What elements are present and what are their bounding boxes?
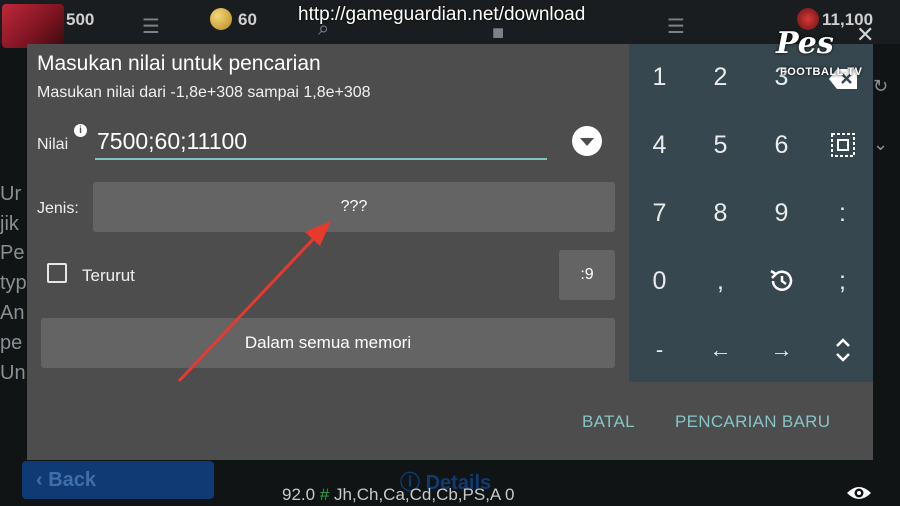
value-label: Nilai [37, 136, 69, 153]
history-dropdown-button[interactable] [572, 126, 602, 156]
url-overlay: http://gameguardian.net/download [298, 4, 586, 25]
watermark-logo: Pes FOOTBALL.TV [776, 26, 862, 78]
key-8[interactable]: 8 [690, 180, 751, 247]
bg-text-line: pe [0, 332, 23, 354]
new-search-button[interactable]: PENCARIAN BARU [675, 412, 830, 432]
coin-icon [210, 8, 232, 30]
dialog-title: Masukan nilai untuk pencarian [37, 52, 321, 75]
key-2[interactable]: 2 [690, 44, 751, 111]
numeric-keypad: 1 2 3 4 5 6 7 8 9 : 0 , ; - ← → [629, 44, 873, 382]
memory-region-button[interactable]: Dalam semua memori [41, 318, 615, 368]
key-semicolon[interactable]: ; [812, 248, 873, 315]
key-1[interactable]: 1 [629, 44, 690, 111]
watermark-pes: Pes [776, 26, 834, 61]
key-minus[interactable]: - [629, 316, 690, 383]
bg-text-line: jik [0, 213, 19, 235]
bg-text-line: Un [0, 362, 26, 384]
type-label: Jenis: [37, 200, 79, 217]
bg-text-line: An [0, 302, 25, 324]
cancel-button[interactable]: BATAL [582, 412, 635, 432]
key-4[interactable]: 4 [629, 112, 690, 179]
key-5[interactable]: 5 [690, 112, 751, 179]
back-button[interactable]: ‹ Back [22, 461, 214, 499]
key-0[interactable]: 0 [629, 248, 690, 315]
key-9[interactable]: 9 [751, 180, 812, 247]
history-icon[interactable] [751, 248, 812, 315]
dialog-subtitle: Masukan nilai dari -1,8e+308 sampai 1,8e… [37, 84, 371, 101]
info-icon[interactable]: i [74, 124, 87, 137]
range-button[interactable]: :9 [559, 250, 615, 300]
refresh-icon: ↻ [873, 76, 889, 96]
select-all-icon[interactable] [812, 112, 873, 179]
bg-text-line: Pe [0, 242, 25, 264]
key-right-arrow[interactable]: → [751, 316, 812, 383]
chevron-down-icon: ⌄ [873, 134, 889, 154]
bottom-tags: Jh,Ch,Ca,Cd,Cb,PS,A 0 [334, 485, 515, 504]
key-colon[interactable]: : [812, 180, 873, 247]
key-6[interactable]: 6 [751, 112, 812, 179]
watermark-site: FOOTBALL.TV [780, 66, 863, 78]
bottom-value: 92.0 [282, 485, 316, 504]
team-badge [2, 4, 64, 48]
sliders-icon: ☰ [142, 16, 160, 38]
type-select-button[interactable]: ??? [93, 182, 615, 232]
bg-text-line: Ur [0, 183, 22, 205]
key-7[interactable]: 7 [629, 180, 690, 247]
stat-coins: 60 [238, 10, 257, 29]
bottom-status-line: 92.0 # Jh,Ch,Ca,Cd,Cb,PS,A 0 [282, 485, 515, 505]
key-comma[interactable]: , [690, 248, 751, 315]
eye-icon[interactable] [846, 484, 872, 502]
list-icon: ☰ [667, 16, 685, 38]
value-input[interactable] [95, 124, 547, 160]
hash-symbol: # [319, 485, 330, 504]
bg-text-line: typ [0, 272, 27, 294]
key-left-arrow[interactable]: ← [690, 316, 751, 383]
ordered-checkbox[interactable] [47, 263, 67, 283]
expand-icon[interactable] [812, 316, 873, 383]
ordered-label: Terurut [82, 266, 135, 285]
stat-points: 500 [66, 10, 95, 29]
